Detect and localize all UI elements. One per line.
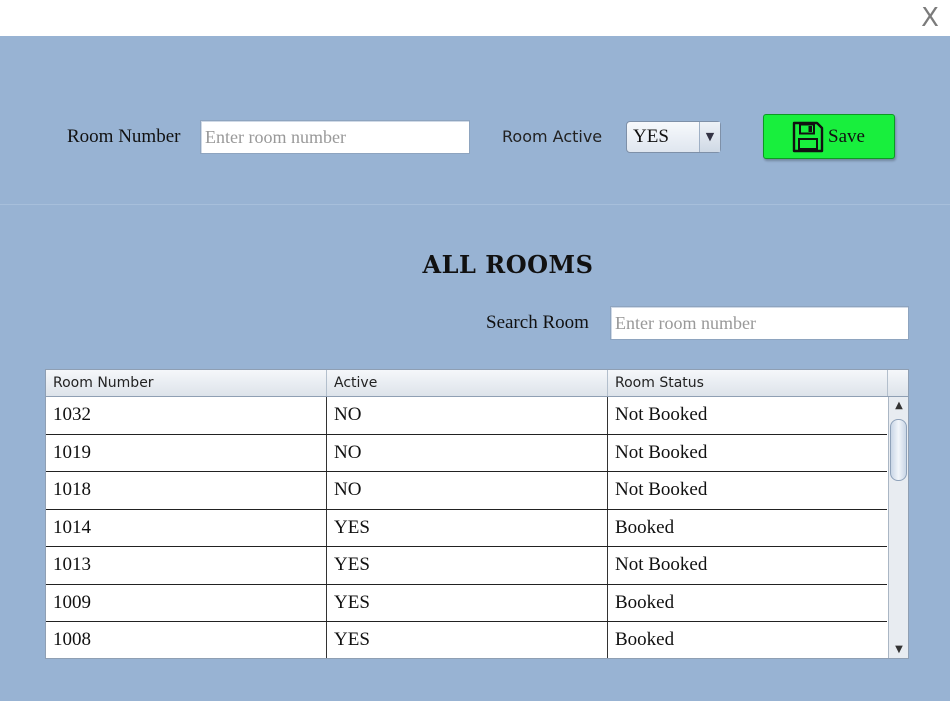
save-button[interactable]: Save [763,114,895,159]
cell-room-number: 1009 [46,584,327,621]
search-room-input[interactable] [610,306,909,340]
table-row[interactable]: 1014 YES Booked [46,509,887,547]
section-divider [0,204,950,205]
room-number-input[interactable] [200,120,470,154]
cell-active: NO [327,434,608,471]
room-active-select[interactable]: YES ▼ [626,121,721,153]
cell-room-status: Not Booked [615,441,708,463]
table-row[interactable]: 1019 NO Not Booked [46,434,887,472]
scrollbar-thumb[interactable] [890,419,907,481]
chevron-down-icon[interactable]: ▼ [699,122,720,152]
rooms-table: Room Number Active Room Status 1032 NO N… [45,369,909,659]
cell-room-number: 1019 [46,434,327,471]
table-header: Room Number Active Room Status [46,370,908,397]
scroll-up-arrow-icon[interactable]: ▲ [889,397,908,415]
table-row[interactable]: 1008 YES Booked [46,622,887,658]
room-active-selected-value: YES [633,126,669,147]
cell-active: YES [327,584,608,621]
cell-active: YES [327,622,608,658]
cell-active: YES [327,547,608,584]
cell-room-status: Not Booked [615,554,708,575]
cell-room-number: 1008 [46,622,327,658]
column-header-room-number[interactable]: Room Number [46,370,327,396]
room-number-label: Room Number [67,126,181,147]
search-room-label: Search Room [486,312,589,333]
cell-room-number: 1014 [46,509,327,546]
cell-room-status: Booked [615,516,675,538]
scroll-down-arrow-icon[interactable]: ▼ [889,641,908,658]
section-title: ALL ROOMS [422,250,594,279]
cell-room-number: 1018 [46,472,327,509]
table-row[interactable]: 1009 YES Booked [46,584,887,622]
column-header-room-status[interactable]: Room Status [608,370,888,396]
save-button-label: Save [828,126,865,147]
cell-room-status: Not Booked [615,479,708,500]
floppy-disk-icon [792,121,824,153]
cell-room-number: 1013 [46,547,327,584]
title-bar: X [0,0,950,36]
cell-room-status: Booked [615,629,675,650]
table-scrollbar[interactable]: ▲ ▼ [888,397,908,658]
close-button[interactable]: X [918,2,942,34]
table-row[interactable]: 1032 NO Not Booked [46,397,887,435]
room-active-label: Room Active [502,127,603,146]
cell-active: YES [327,509,608,546]
main-panel: Room Number Room Active YES ▼ Save ALL R… [0,36,950,701]
table-row[interactable]: 1013 YES Not Booked [46,547,887,585]
cell-room-number: 1032 [46,397,327,434]
column-header-active[interactable]: Active [327,370,608,396]
cell-active: NO [327,472,608,509]
cell-room-status: Not Booked [615,404,708,425]
table-row[interactable]: 1018 NO Not Booked [46,472,887,510]
cell-room-status: Booked [615,591,675,613]
cell-active: NO [327,397,608,434]
